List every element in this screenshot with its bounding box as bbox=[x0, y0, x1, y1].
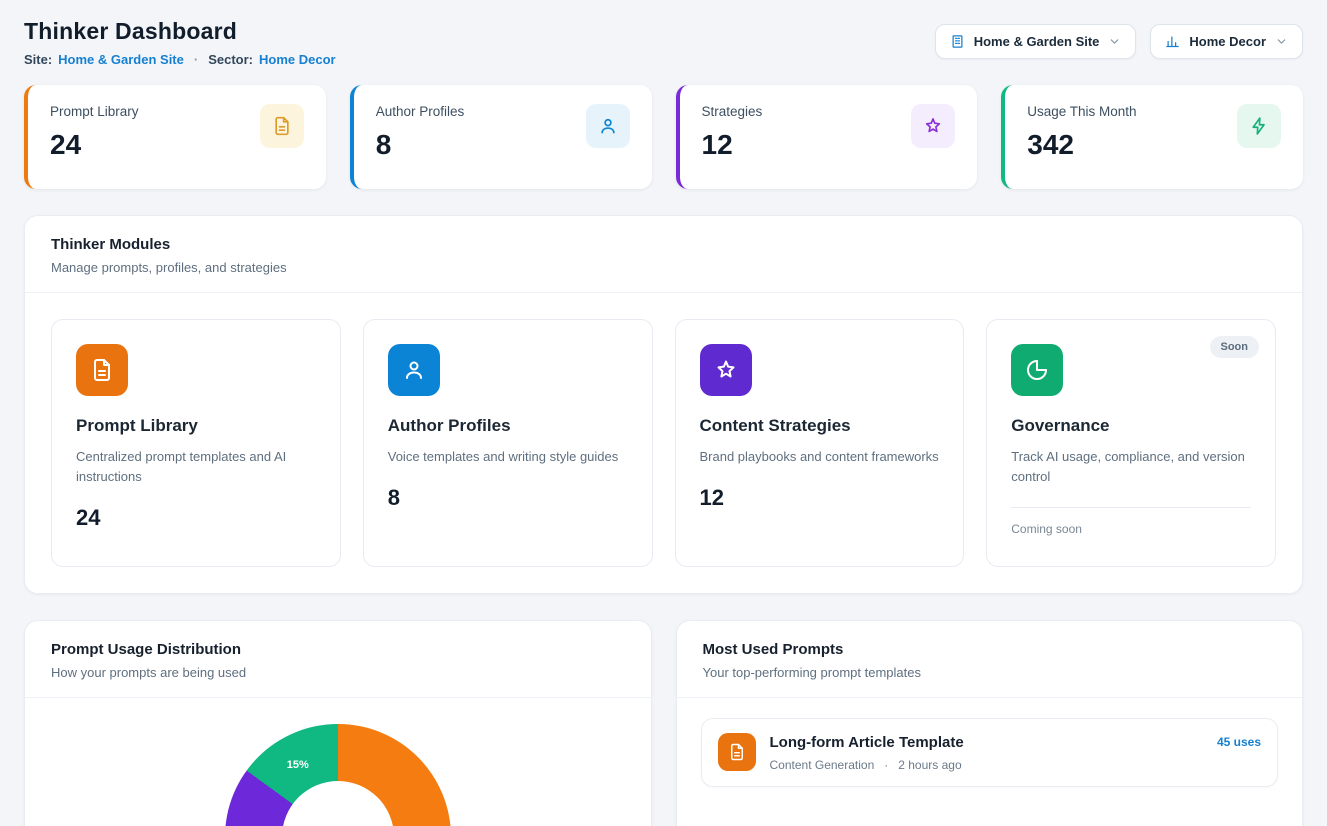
stat-value: 8 bbox=[376, 129, 465, 161]
most-used-prompts-card: Most Used Prompts Your top-performing pr… bbox=[676, 620, 1304, 826]
usage-title: Prompt Usage Distribution bbox=[51, 641, 625, 658]
stats-row: Prompt Library 24 Author Profiles 8 Stra… bbox=[24, 85, 1303, 189]
chevron-down-icon bbox=[1108, 35, 1121, 48]
site-selector-label: Home & Garden Site bbox=[974, 34, 1100, 49]
thinker-modules-card: Thinker Modules Manage prompts, profiles… bbox=[24, 215, 1303, 594]
document-icon bbox=[718, 733, 756, 771]
usage-header: Prompt Usage Distribution How your promp… bbox=[25, 621, 651, 698]
module-title: Content Strategies bbox=[700, 416, 940, 436]
module-description: Centralized prompt templates and AI inst… bbox=[76, 447, 316, 487]
site-link[interactable]: Home & Garden Site bbox=[58, 52, 184, 67]
modules-subtitle: Manage prompts, profiles, and strategies bbox=[51, 260, 1276, 275]
site-label: Site: bbox=[24, 52, 52, 67]
breadcrumb: Site: Home & Garden Site · Sector: Home … bbox=[24, 52, 336, 67]
module-title: Author Profiles bbox=[388, 416, 628, 436]
module-description: Track AI usage, compliance, and version … bbox=[1011, 447, 1251, 487]
star-icon bbox=[911, 104, 955, 148]
stat-card-strategies: Strategies 12 bbox=[676, 85, 978, 189]
stat-text: Author Profiles 8 bbox=[376, 104, 465, 161]
module-author-profiles[interactable]: Author Profiles Voice templates and writ… bbox=[363, 319, 653, 567]
stat-label: Author Profiles bbox=[376, 104, 465, 119]
donut-segment-label: 15% bbox=[287, 759, 309, 771]
prompt-uses-badge: 45 uses bbox=[1217, 735, 1261, 749]
header-selectors: Home & Garden Site Home Decor bbox=[935, 24, 1303, 59]
prompt-item-meta: Content Generation · 2 hours ago bbox=[770, 758, 1203, 772]
separator-dot: · bbox=[884, 758, 888, 772]
building-icon bbox=[950, 34, 965, 49]
prompt-time: 2 hours ago bbox=[898, 758, 961, 772]
modules-header: Thinker Modules Manage prompts, profiles… bbox=[25, 216, 1302, 293]
pie-chart-icon bbox=[1011, 344, 1063, 396]
sector-link[interactable]: Home Decor bbox=[259, 52, 336, 67]
stat-card-prompt-library: Prompt Library 24 bbox=[24, 85, 326, 189]
prompts-title: Most Used Prompts bbox=[703, 641, 1277, 658]
user-icon bbox=[586, 104, 630, 148]
stat-text: Strategies 12 bbox=[702, 104, 763, 161]
header: Thinker Dashboard Site: Home & Garden Si… bbox=[24, 18, 1303, 67]
dashboard-page: Thinker Dashboard Site: Home & Garden Si… bbox=[0, 0, 1327, 826]
stat-card-usage: Usage This Month 342 bbox=[1001, 85, 1303, 189]
user-icon bbox=[388, 344, 440, 396]
stat-value: 342 bbox=[1027, 129, 1136, 161]
stat-value: 24 bbox=[50, 129, 139, 161]
donut-chart: 15% bbox=[225, 724, 451, 826]
document-icon bbox=[76, 344, 128, 396]
bottom-row: Prompt Usage Distribution How your promp… bbox=[24, 620, 1303, 826]
module-title: Prompt Library bbox=[76, 416, 316, 436]
donut-hole bbox=[282, 781, 394, 826]
module-title: Governance bbox=[1011, 416, 1251, 436]
prompts-header: Most Used Prompts Your top-performing pr… bbox=[677, 621, 1303, 698]
separator-dot: · bbox=[194, 52, 198, 67]
prompts-subtitle: Your top-performing prompt templates bbox=[703, 665, 1277, 680]
modules-grid: Prompt Library Centralized prompt templa… bbox=[25, 293, 1302, 593]
module-description: Brand playbooks and content frameworks bbox=[700, 447, 940, 467]
coming-soon-text: Coming soon bbox=[1011, 507, 1251, 536]
module-count: 8 bbox=[388, 485, 628, 511]
modules-title: Thinker Modules bbox=[51, 236, 1276, 253]
stat-label: Prompt Library bbox=[50, 104, 139, 119]
module-governance[interactable]: Soon Governance Track AI usage, complian… bbox=[986, 319, 1276, 567]
sector-selector-label: Home Decor bbox=[1189, 34, 1266, 49]
module-count: 24 bbox=[76, 505, 316, 531]
module-content-strategies[interactable]: Content Strategies Brand playbooks and c… bbox=[675, 319, 965, 567]
header-left: Thinker Dashboard Site: Home & Garden Si… bbox=[24, 18, 336, 67]
chevron-down-icon bbox=[1275, 35, 1288, 48]
stat-card-author-profiles: Author Profiles 8 bbox=[350, 85, 652, 189]
module-count: 12 bbox=[700, 485, 940, 511]
sector-selector-dropdown[interactable]: Home Decor bbox=[1150, 24, 1303, 59]
soon-badge: Soon bbox=[1210, 336, 1260, 358]
usage-subtitle: How your prompts are being used bbox=[51, 665, 625, 680]
sector-label: Sector: bbox=[208, 52, 253, 67]
stat-text: Prompt Library 24 bbox=[50, 104, 139, 161]
bar-chart-icon bbox=[1165, 34, 1180, 49]
stat-text: Usage This Month 342 bbox=[1027, 104, 1136, 161]
prompt-item-main: Long-form Article Template Content Gener… bbox=[770, 733, 1203, 772]
module-prompt-library[interactable]: Prompt Library Centralized prompt templa… bbox=[51, 319, 341, 567]
prompt-list-item[interactable]: Long-form Article Template Content Gener… bbox=[701, 718, 1279, 787]
prompt-category: Content Generation bbox=[770, 758, 875, 772]
prompt-usage-card: Prompt Usage Distribution How your promp… bbox=[24, 620, 652, 826]
document-icon bbox=[260, 104, 304, 148]
stat-label: Usage This Month bbox=[1027, 104, 1136, 119]
module-description: Voice templates and writing style guides bbox=[388, 447, 628, 467]
site-selector-dropdown[interactable]: Home & Garden Site bbox=[935, 24, 1137, 59]
prompt-item-title: Long-form Article Template bbox=[770, 734, 1203, 751]
page-title: Thinker Dashboard bbox=[24, 18, 336, 45]
stat-value: 12 bbox=[702, 129, 763, 161]
stat-label: Strategies bbox=[702, 104, 763, 119]
star-icon bbox=[700, 344, 752, 396]
donut-chart-wrap: 15% bbox=[25, 724, 651, 826]
lightning-icon bbox=[1237, 104, 1281, 148]
